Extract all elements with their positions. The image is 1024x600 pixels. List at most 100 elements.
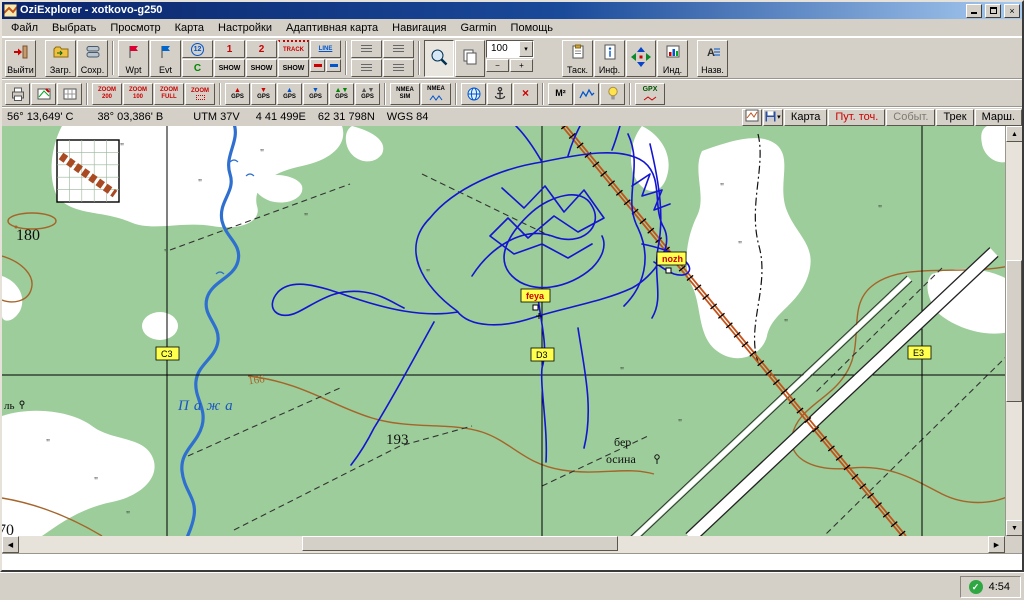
zoom-100-button[interactable]: ZOOM100 xyxy=(123,83,153,105)
waypoint-count-button[interactable]: 12 xyxy=(182,40,213,58)
control-c-button[interactable]: C xyxy=(182,59,213,77)
exit-button[interactable]: Выйти xyxy=(5,40,36,77)
datum-readout: WGS 84 xyxy=(387,111,429,123)
menu-map[interactable]: Карта xyxy=(168,20,211,36)
zoom-value[interactable]: 100 xyxy=(487,41,519,57)
nmea-sim-button[interactable]: NMEASIM xyxy=(390,83,420,105)
close-button[interactable]: × xyxy=(1004,4,1020,18)
quick-save-button[interactable]: ▾ xyxy=(763,109,783,126)
save-button[interactable]: Сохр. xyxy=(77,40,108,77)
svg-text:": " xyxy=(46,438,50,449)
horizontal-scroll-track[interactable] xyxy=(19,536,988,553)
scroll-down-button[interactable]: ▼ xyxy=(1006,520,1022,536)
open-folder-icon xyxy=(53,43,69,60)
svg-text:nozh: nozh xyxy=(662,254,683,264)
red-line-icon xyxy=(314,64,322,67)
zoom-combo[interactable]: 100 ▾ xyxy=(486,40,534,58)
info-button[interactable]: Инф. xyxy=(594,40,625,77)
route-list-button[interactable] xyxy=(383,59,414,77)
route-panel-button[interactable]: Марш. xyxy=(975,109,1022,126)
waypoint-list-button[interactable] xyxy=(351,40,382,58)
zoom-plus-button[interactable]: + xyxy=(510,59,533,72)
track-list-button[interactable] xyxy=(383,40,414,58)
line-blue-button[interactable] xyxy=(326,59,341,72)
track-panel-button[interactable]: Трек xyxy=(936,109,973,126)
maximize-button[interactable] xyxy=(985,4,1001,18)
waypoint-button[interactable]: Wpt xyxy=(118,40,149,77)
map-area[interactable]: """ """ """ """ """ xyxy=(2,126,1022,536)
indicator-button[interactable]: Инд. xyxy=(657,40,688,77)
profile-button[interactable] xyxy=(574,83,599,105)
line-button[interactable]: LINE xyxy=(310,40,341,58)
measure-area-button[interactable]: M² xyxy=(548,83,573,105)
map-list-button[interactable]: Карта xyxy=(784,109,827,126)
events-panel-button[interactable]: Событ. xyxy=(886,109,935,126)
grid-label-c3[interactable]: C3 xyxy=(156,347,179,360)
zoom-minus-button[interactable]: − xyxy=(486,59,509,72)
lightbulb-icon xyxy=(606,86,620,101)
map-edit-button[interactable] xyxy=(31,83,56,105)
magnifier-button[interactable] xyxy=(424,40,454,77)
scroll-left-button[interactable]: ◀ xyxy=(2,536,19,553)
grid-label-d3[interactable]: D3 xyxy=(531,348,554,361)
pan-button[interactable] xyxy=(626,40,656,77)
menu-view[interactable]: Просмотр xyxy=(103,20,167,36)
stop-gps-button[interactable]: × xyxy=(513,83,538,105)
print-button[interactable] xyxy=(5,83,30,105)
scroll-up-button[interactable]: ▲ xyxy=(1006,126,1022,142)
taskbar[interactable]: ✓ 4:54 xyxy=(0,572,1024,600)
nmea-button[interactable]: NMEA xyxy=(421,83,451,105)
vertical-scroll-track[interactable] xyxy=(1006,142,1022,520)
gps-waypoint-download-button[interactable]: ▼GPS xyxy=(251,83,276,105)
waypoint-number-button[interactable]: 1 xyxy=(214,40,245,58)
scroll-right-button[interactable]: ▶ xyxy=(988,536,1005,553)
menu-help[interactable]: Помощь xyxy=(504,20,561,36)
gps-track-upload-button[interactable]: ▲▼GPS xyxy=(329,83,354,105)
show-waypoints-button[interactable]: SHOW xyxy=(214,59,245,77)
svg-text:": " xyxy=(304,212,308,223)
menu-garmin[interactable]: Garmin xyxy=(453,20,503,36)
gpx-button[interactable]: GPX xyxy=(635,83,665,105)
gps-waypoint-upload-button[interactable]: ▲GPS xyxy=(225,83,250,105)
show-track-button[interactable]: SHOW xyxy=(278,59,309,77)
zoom-window-button[interactable]: ZOOM xyxy=(185,83,215,105)
waypoints-panel-button[interactable]: Пут. точ. xyxy=(828,109,885,126)
zoom-200-button[interactable]: ZOOM200 xyxy=(92,83,122,105)
antivirus-tray-icon[interactable]: ✓ xyxy=(969,580,983,594)
menu-file[interactable]: Файл xyxy=(4,20,45,36)
globe-button[interactable] xyxy=(461,83,486,105)
load-button[interactable]: Загр. xyxy=(45,40,76,77)
hint-button[interactable] xyxy=(600,83,625,105)
menu-adaptive-map[interactable]: Адаптивная карта xyxy=(279,20,385,36)
track-button[interactable]: TRACK xyxy=(278,40,309,58)
gps-route-download-button[interactable]: ▼GPS xyxy=(303,83,328,105)
event-list-button[interactable] xyxy=(351,59,382,77)
event-button[interactable]: Evt xyxy=(150,40,181,77)
copy-view-button[interactable] xyxy=(455,40,485,77)
show-events-button[interactable]: SHOW xyxy=(246,59,277,77)
menu-navigation[interactable]: Навигация xyxy=(385,20,453,36)
grid-label-e3[interactable]: E3 xyxy=(908,346,931,359)
northing-readout: 62 31 798N xyxy=(318,111,375,123)
zoom-full-button[interactable]: ZOOMFULL xyxy=(154,83,184,105)
vertical-scroll-thumb[interactable] xyxy=(1006,260,1022,402)
menu-select[interactable]: Выбрать xyxy=(45,20,103,36)
map-overview-inset[interactable] xyxy=(57,140,119,202)
gps-route-upload-button[interactable]: ▲GPS xyxy=(277,83,302,105)
task-button[interactable]: Таск. xyxy=(562,40,593,77)
map-canvas[interactable]: """ """ """ """ """ xyxy=(2,126,1009,536)
vertical-scrollbar[interactable]: ▲ ▼ xyxy=(1005,126,1022,536)
gps-track-download-button[interactable]: ▲▼GPS xyxy=(355,83,380,105)
minimize-button[interactable] xyxy=(966,4,982,18)
event-number-button[interactable]: 2 xyxy=(246,40,277,58)
horizontal-scrollbar[interactable]: ◀ ▶ xyxy=(2,536,1022,553)
names-button[interactable]: A Назв. xyxy=(697,40,728,77)
line-red-button[interactable] xyxy=(310,59,325,72)
anchor-button[interactable] xyxy=(487,83,512,105)
map-sheet-button[interactable] xyxy=(742,109,762,126)
zoom-dropdown-button[interactable]: ▾ xyxy=(519,41,533,57)
horizontal-scroll-thumb[interactable] xyxy=(302,536,618,551)
map-grid-button[interactable] xyxy=(57,83,82,105)
menu-settings[interactable]: Настройки xyxy=(211,20,279,36)
titlebar[interactable]: OziExplorer - xotkovo-g250 × xyxy=(2,2,1022,19)
